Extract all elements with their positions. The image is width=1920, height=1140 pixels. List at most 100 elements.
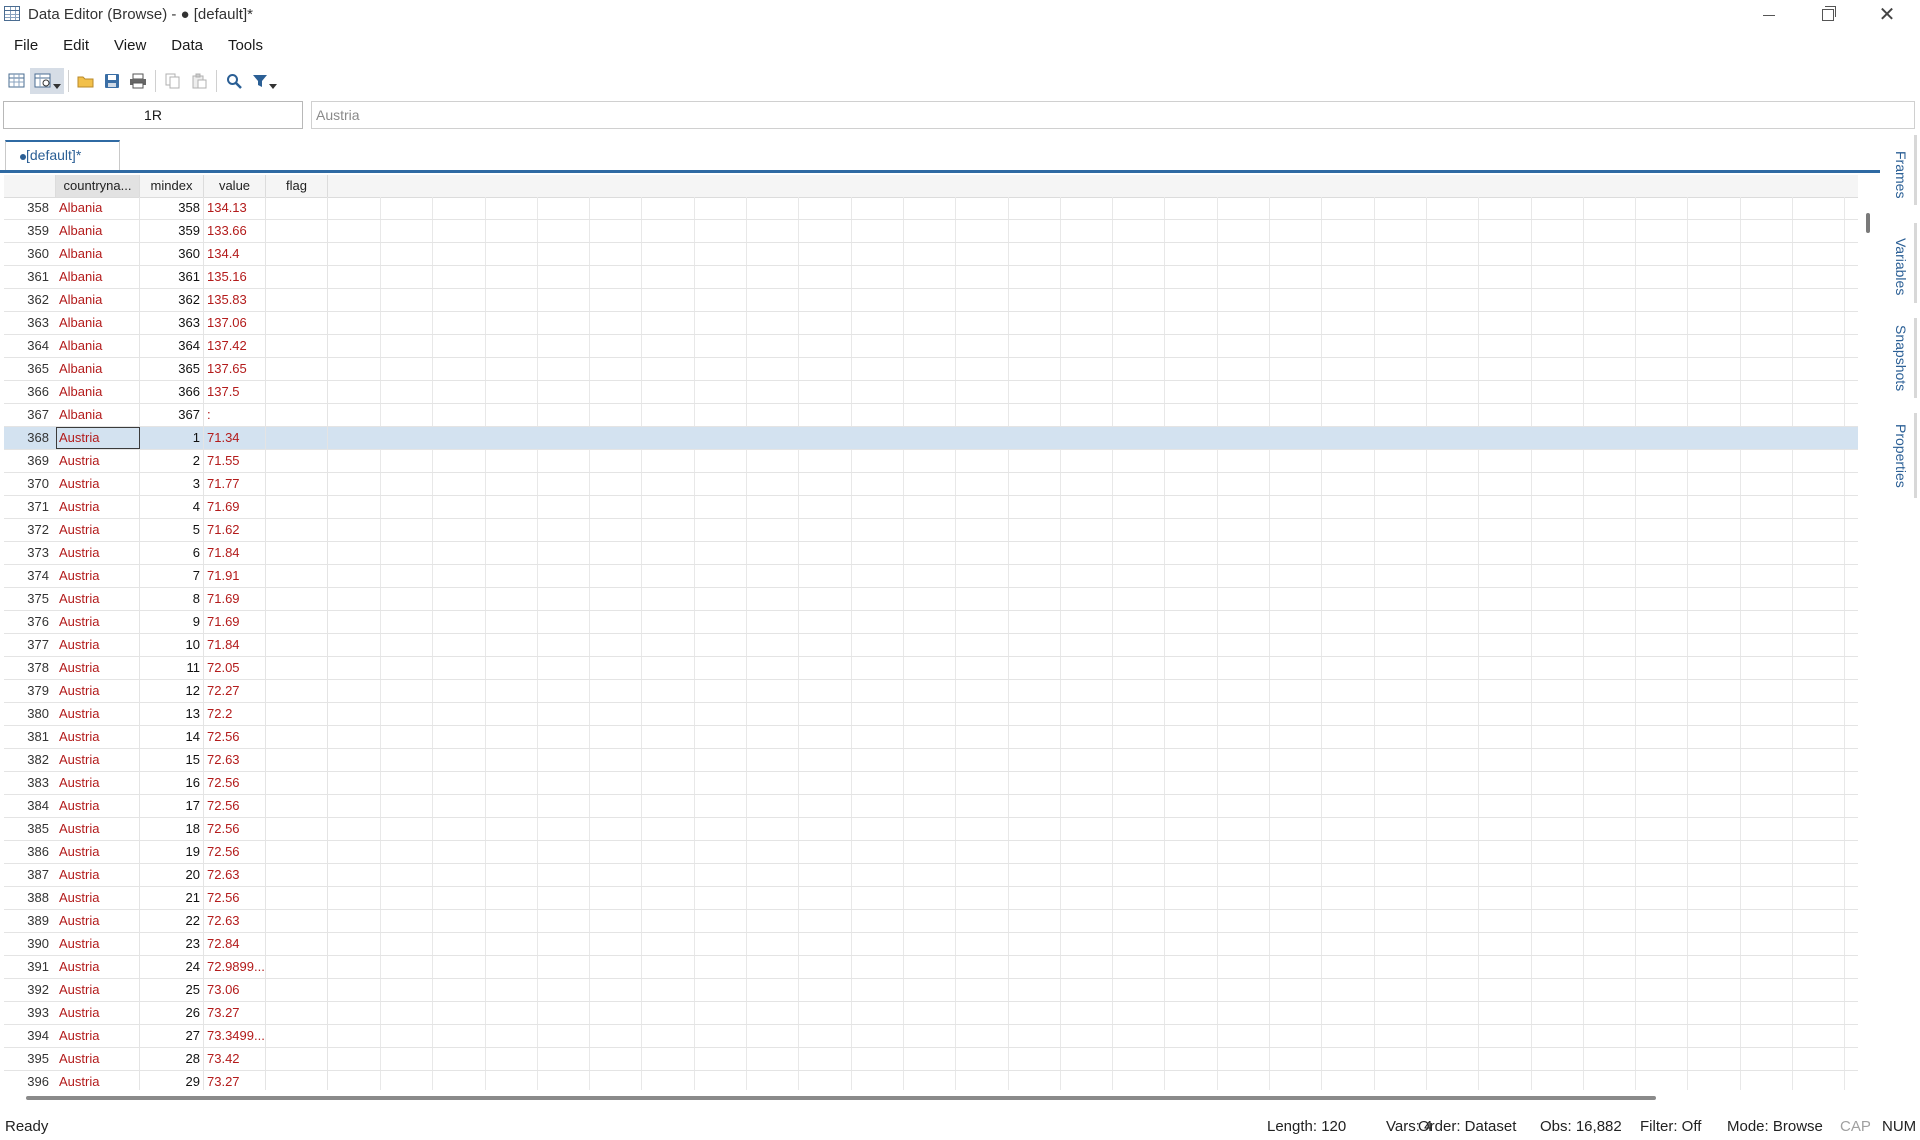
vertical-scrollbar-thumb[interactable] (1866, 213, 1870, 233)
cell-flag[interactable] (266, 657, 328, 679)
row-number[interactable]: 388 (4, 887, 52, 909)
cell-countryname[interactable]: Austria (56, 726, 140, 748)
cell-countryname[interactable]: Austria (56, 680, 140, 702)
cell-value-field[interactable]: Austria (311, 101, 1915, 129)
cell-countryname[interactable]: Austria (56, 703, 140, 725)
cell-mindex[interactable]: 366 (140, 381, 204, 403)
row-number[interactable]: 378 (4, 657, 52, 679)
cell-flag[interactable] (266, 358, 328, 380)
cell-countryname[interactable]: Austria (56, 818, 140, 840)
cell-flag[interactable] (266, 864, 328, 886)
paste-button[interactable] (186, 68, 212, 94)
cell-flag[interactable] (266, 979, 328, 1001)
table-row[interactable]: 386 Austria 19 72.56 (4, 841, 1858, 864)
close-button[interactable]: ✕ (1858, 0, 1916, 30)
cell-countryname[interactable]: Austria (56, 795, 140, 817)
cell-countryname[interactable]: Albania (56, 381, 140, 403)
row-number[interactable]: 368 (4, 427, 52, 449)
row-number[interactable]: 371 (4, 496, 52, 518)
cell-value[interactable]: 71.84 (204, 542, 266, 564)
table-row[interactable]: 380 Austria 13 72.2 (4, 703, 1858, 726)
cell-mindex[interactable]: 15 (140, 749, 204, 771)
cell-flag[interactable] (266, 795, 328, 817)
cell-countryname[interactable]: Albania (56, 335, 140, 357)
cell-countryname[interactable]: Austria (56, 749, 140, 771)
cell-countryname[interactable]: Austria (56, 450, 140, 472)
cell-value[interactable]: 72.2 (204, 703, 266, 725)
table-row[interactable]: 383 Austria 16 72.56 (4, 772, 1858, 795)
row-number[interactable]: 379 (4, 680, 52, 702)
cell-countryname[interactable]: Austria (56, 1048, 140, 1070)
panel-tab-variables[interactable]: Variables (1882, 227, 1920, 307)
cell-value[interactable]: 73.27 (204, 1002, 266, 1024)
cell-mindex[interactable]: 12 (140, 680, 204, 702)
cell-flag[interactable] (266, 703, 328, 725)
cell-countryname[interactable]: Albania (56, 289, 140, 311)
cell-mindex[interactable]: 1 (140, 427, 204, 449)
cell-mindex[interactable]: 25 (140, 979, 204, 1001)
cell-countryname[interactable]: Austria (56, 634, 140, 656)
cell-countryname[interactable]: Austria (56, 979, 140, 1001)
cell-value[interactable]: 73.42 (204, 1048, 266, 1070)
cell-mindex[interactable]: 22 (140, 910, 204, 932)
tab-default-frame[interactable]: [default]* (5, 140, 120, 170)
row-number[interactable]: 386 (4, 841, 52, 863)
cell-value[interactable]: 72.63 (204, 749, 266, 771)
table-row[interactable]: 360 Albania 360 134.4 (4, 243, 1858, 266)
cell-flag[interactable] (266, 680, 328, 702)
row-number[interactable]: 374 (4, 565, 52, 587)
cell-mindex[interactable]: 14 (140, 726, 204, 748)
cell-mindex[interactable]: 16 (140, 772, 204, 794)
cell-mindex[interactable]: 29 (140, 1071, 204, 1090)
cell-value[interactable]: 137.5 (204, 381, 266, 403)
table-row[interactable]: 396 Austria 29 73.27 (4, 1071, 1858, 1090)
open-button[interactable] (73, 68, 99, 94)
row-number[interactable]: 375 (4, 588, 52, 610)
row-number[interactable]: 389 (4, 910, 52, 932)
cell-countryname[interactable]: Austria (56, 841, 140, 863)
row-number[interactable]: 392 (4, 979, 52, 1001)
cell-mindex[interactable]: 7 (140, 565, 204, 587)
cell-countryname[interactable]: Austria (56, 887, 140, 909)
menu-file[interactable]: File (0, 34, 49, 58)
cell-value[interactable]: 133.66 (204, 220, 266, 242)
table-row[interactable]: 367 Albania 367: (4, 404, 1858, 427)
save-button[interactable] (99, 68, 125, 94)
cell-flag[interactable] (266, 312, 328, 334)
table-row[interactable]: 373 Austria 6 71.84 (4, 542, 1858, 565)
row-number[interactable]: 369 (4, 450, 52, 472)
row-number[interactable]: 391 (4, 956, 52, 978)
cell-mindex[interactable]: 26 (140, 1002, 204, 1024)
copy-button[interactable] (160, 68, 186, 94)
cell-value[interactable]: 72.27 (204, 680, 266, 702)
cell-value[interactable]: 71.69 (204, 496, 266, 518)
table-row[interactable]: 366 Albania 366 137.5 (4, 381, 1858, 404)
data-grid[interactable]: countryna... mindex value flag 358 Albani… (4, 175, 1858, 1090)
cell-flag[interactable] (266, 749, 328, 771)
cell-mindex[interactable]: 360 (140, 243, 204, 265)
cell-value[interactable]: 72.56 (204, 726, 266, 748)
cell-mindex[interactable]: 365 (140, 358, 204, 380)
cell-flag[interactable] (266, 772, 328, 794)
cell-value[interactable]: 71.77 (204, 473, 266, 495)
cell-flag[interactable] (266, 818, 328, 840)
cell-value[interactable]: 137.65 (204, 358, 266, 380)
cell-value[interactable]: 72.63 (204, 910, 266, 932)
cell-flag[interactable] (266, 473, 328, 495)
cell-mindex[interactable]: 21 (140, 887, 204, 909)
cell-value[interactable]: 72.56 (204, 841, 266, 863)
cell-countryname[interactable]: Austria (56, 1002, 140, 1024)
cell-mindex[interactable]: 24 (140, 956, 204, 978)
cell-value[interactable]: 73.3499... (204, 1025, 266, 1047)
column-header-value[interactable]: value (204, 175, 266, 197)
cell-mindex[interactable]: 362 (140, 289, 204, 311)
cell-flag[interactable] (266, 956, 328, 978)
table-row[interactable]: 375 Austria 8 71.69 (4, 588, 1858, 611)
table-row[interactable]: 393 Austria 26 73.27 (4, 1002, 1858, 1025)
table-row[interactable]: 361 Albania 361 135.16 (4, 266, 1858, 289)
panel-tab-snapshots[interactable]: Snapshots (1882, 318, 1920, 398)
cell-flag[interactable] (266, 565, 328, 587)
cell-mindex[interactable]: 17 (140, 795, 204, 817)
cell-flag[interactable] (266, 404, 328, 426)
data-editor-edit-button[interactable] (4, 68, 30, 94)
